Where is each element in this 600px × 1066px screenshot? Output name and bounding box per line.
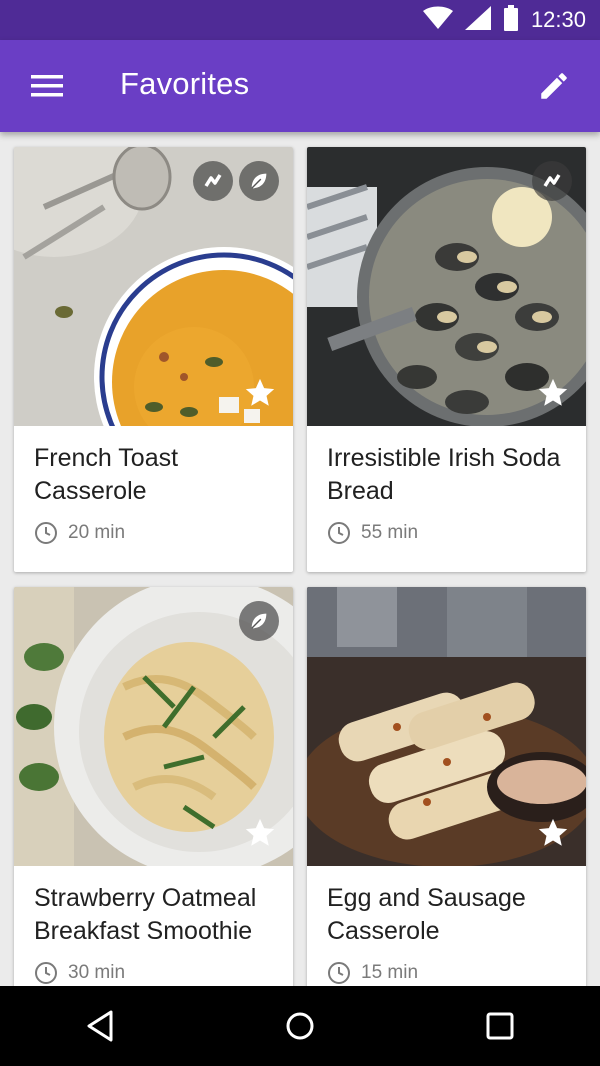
bean-icon <box>543 174 561 187</box>
home-button[interactable] <box>270 996 330 1056</box>
recipe-time-label: 30 min <box>68 962 126 983</box>
signal-icon <box>464 5 491 35</box>
back-triangle-icon <box>87 1010 113 1042</box>
recipe-time-label: 20 min <box>68 522 126 543</box>
badge <box>193 161 233 201</box>
clock-icon <box>328 962 350 984</box>
back-button[interactable] <box>70 996 130 1056</box>
bean-icon <box>204 174 222 187</box>
edit-button[interactable] <box>534 66 574 106</box>
recipe-name: Irresistible Irish Soda Bread <box>327 444 561 505</box>
clock-icon <box>328 522 350 544</box>
recipe-grid: French Toast Casserole 20 min Irresistib… <box>0 132 600 986</box>
recipe-time: 55 min <box>327 521 418 545</box>
recipe-card[interactable]: Strawberry Oatmeal Breakfast Smoothie 30… <box>14 587 293 986</box>
recipe-photo <box>14 147 293 426</box>
leaf-icon <box>251 613 267 629</box>
status-bar: 12:30 <box>0 0 600 40</box>
recents-button[interactable] <box>470 996 530 1056</box>
recipe-photo <box>14 587 293 866</box>
home-circle-icon <box>286 1012 314 1040</box>
badge <box>239 161 279 201</box>
battery-icon <box>503 4 519 36</box>
recipe-photo <box>307 587 586 866</box>
recipe-time-label: 15 min <box>361 962 419 983</box>
leaf-icon <box>251 173 267 189</box>
recipe-time: 30 min <box>34 961 125 985</box>
recipe-name: Egg and Sausage Casserole <box>327 884 526 945</box>
app-bar: Favorites <box>0 40 600 132</box>
system-navigation-bar <box>0 986 600 1066</box>
recipe-name: Strawberry Oatmeal Breakfast Smoothie <box>34 884 257 945</box>
favorite-star-icon[interactable] <box>243 816 277 850</box>
favorite-star-icon[interactable] <box>536 376 570 410</box>
recipe-card[interactable]: Irresistible Irish Soda Bread 55 min <box>307 147 586 572</box>
recipe-card[interactable]: Egg and Sausage Casserole 15 min <box>307 587 586 986</box>
clock-icon <box>35 962 57 984</box>
favorite-star-icon[interactable] <box>536 816 570 850</box>
recipe-card[interactable]: French Toast Casserole 20 min <box>14 147 293 572</box>
wifi-icon <box>422 6 453 35</box>
recipe-time-label: 55 min <box>361 522 419 543</box>
recipe-name: French Toast Casserole <box>34 444 179 505</box>
badge <box>532 161 572 201</box>
recipe-time: 20 min <box>34 521 125 545</box>
recipe-time: 15 min <box>327 961 418 985</box>
clock-icon <box>35 522 57 544</box>
hamburger-menu-icon <box>31 75 63 97</box>
badge <box>239 601 279 641</box>
recipe-photo <box>307 147 586 426</box>
page-title: Favorites <box>120 66 250 101</box>
pencil-icon <box>541 73 567 99</box>
favorite-star-icon[interactable] <box>243 376 277 410</box>
status-time: 12:30 <box>530 7 586 32</box>
menu-button[interactable] <box>28 70 66 102</box>
recents-square-icon <box>486 1012 514 1040</box>
